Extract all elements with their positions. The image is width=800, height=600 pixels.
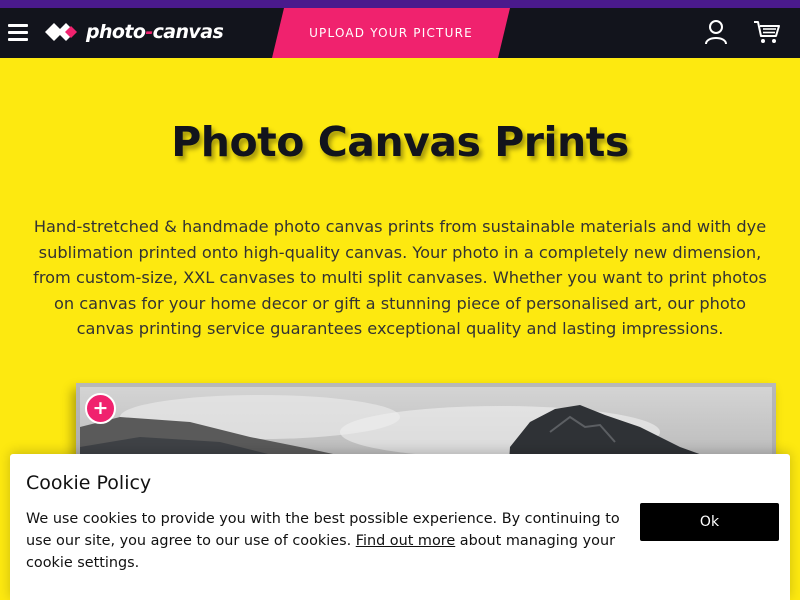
cookie-title: Cookie Policy	[26, 472, 152, 494]
top-accent-stripe	[0, 0, 800, 8]
hamburger-menu-icon[interactable]	[8, 24, 28, 42]
hotspot-plus-button[interactable]: +	[85, 393, 116, 424]
cart-icon[interactable]	[753, 19, 781, 45]
site-header: photo-canvas UPLOAD YOUR PICTURE	[0, 8, 800, 58]
logo-wordmark: photo-canvas	[86, 21, 224, 43]
cookie-message: We use cookies to provide you with the b…	[26, 509, 626, 574]
page-title: Photo Canvas Prints	[171, 118, 629, 166]
site-logo[interactable]: photo-canvas	[45, 18, 224, 46]
cookie-ok-button[interactable]: Ok	[640, 503, 779, 541]
upload-picture-button[interactable]: UPLOAD YOUR PICTURE	[272, 8, 510, 58]
user-icon[interactable]	[703, 19, 729, 45]
cookie-banner: Cookie Policy We use cookies to provide …	[10, 454, 790, 600]
logo-mark-icon	[45, 23, 77, 41]
intro-paragraph: Hand-stretched & handmade photo canvas p…	[33, 217, 767, 339]
cookie-find-out-more-link[interactable]: Find out more	[356, 533, 455, 549]
